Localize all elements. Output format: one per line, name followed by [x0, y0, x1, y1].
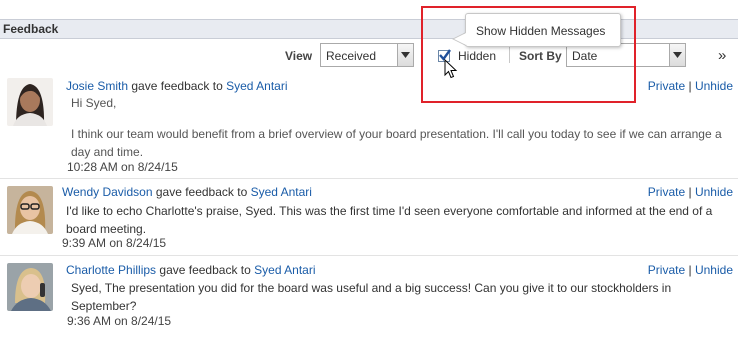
private-link[interactable]: Private	[648, 263, 685, 277]
feedback-verb: gave feedback to	[155, 185, 248, 199]
message-text: Syed, The presentation you did for the b…	[71, 281, 672, 313]
avatar	[7, 263, 53, 311]
recipient-link[interactable]: Syed Antari	[251, 185, 312, 199]
chevron-down-icon[interactable]	[669, 44, 685, 66]
feedback-verb: gave feedback to	[159, 263, 251, 277]
list-item: Charlotte Phillips gave feedback to Syed…	[0, 261, 738, 341]
feedback-header: Wendy Davidson gave feedback to Syed Ant…	[62, 185, 312, 199]
action-separator: |	[688, 185, 692, 199]
unhide-link[interactable]: Unhide	[695, 263, 733, 277]
message-greeting: Hi Syed,	[71, 96, 117, 110]
item-actions: Private | Unhide	[648, 79, 733, 93]
divider	[0, 178, 738, 179]
unhide-link[interactable]: Unhide	[695, 79, 733, 93]
recipient-link[interactable]: Syed Antari	[226, 79, 287, 93]
action-separator: |	[688, 263, 692, 277]
chevron-down-icon[interactable]	[397, 44, 413, 66]
section-title: Feedback	[3, 22, 59, 36]
timestamp: 9:36 AM on 8/24/15	[67, 314, 172, 328]
view-label: View	[285, 49, 313, 63]
author-link[interactable]: Josie Smith	[66, 79, 128, 93]
timestamp: 10:28 AM on 8/24/15	[67, 160, 178, 174]
unhide-link[interactable]: Unhide	[695, 185, 733, 199]
recipient-link[interactable]: Syed Antari	[254, 263, 315, 277]
feedback-header: Charlotte Phillips gave feedback to Syed…	[66, 263, 316, 277]
list-item: Wendy Davidson gave feedback to Syed Ant…	[0, 184, 738, 256]
view-select-value: Received	[326, 49, 377, 63]
avatar	[7, 186, 53, 234]
feedback-verb: gave feedback to	[131, 79, 223, 93]
avatar	[7, 78, 53, 126]
item-actions: Private | Unhide	[648, 263, 733, 277]
feedback-header: Josie Smith gave feedback to Syed Antari	[66, 79, 288, 93]
more-options-button[interactable]: »	[718, 47, 726, 64]
list-item: Josie Smith gave feedback to Syed Antari…	[0, 76, 738, 180]
author-link[interactable]: Charlotte Phillips	[66, 263, 156, 277]
author-link[interactable]: Wendy Davidson	[62, 185, 153, 199]
private-link[interactable]: Private	[648, 79, 685, 93]
action-separator: |	[688, 79, 692, 93]
view-select[interactable]: Received	[320, 43, 414, 67]
divider	[0, 255, 738, 256]
message-text: I think our team would benefit from a br…	[71, 127, 722, 159]
private-link[interactable]: Private	[648, 185, 685, 199]
item-actions: Private | Unhide	[648, 185, 733, 199]
timestamp: 9:39 AM on 8/24/15	[62, 236, 167, 250]
message-text: I'd like to echo Charlotte's praise, Sye…	[66, 204, 713, 236]
